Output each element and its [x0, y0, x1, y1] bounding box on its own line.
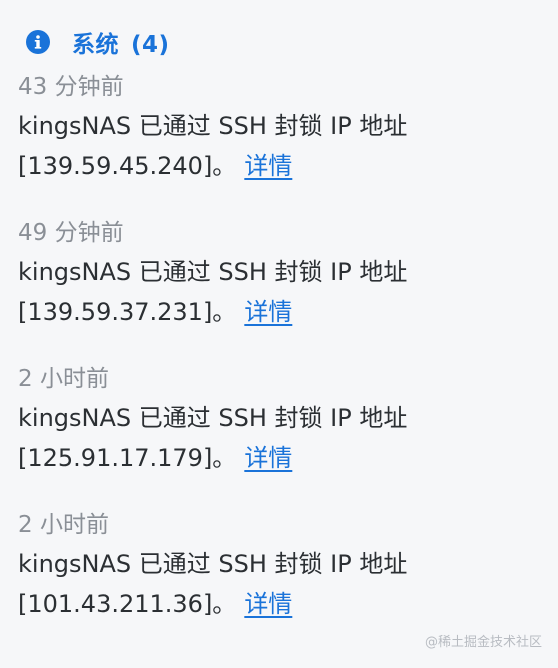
- notification-message-line1: kingsNAS 已通过 SSH 封锁 IP 地址: [18, 404, 408, 432]
- info-icon: [26, 30, 50, 54]
- blocked-ip: [125.91.17.179]。: [18, 444, 237, 472]
- blocked-ip: [101.43.211.36]。: [18, 590, 237, 618]
- notification-message-line1: kingsNAS 已通过 SSH 封锁 IP 地址: [18, 258, 408, 286]
- notification-item: 2 小时前 kingsNAS 已通过 SSH 封锁 IP 地址 [101.43.…: [18, 506, 558, 624]
- notification-message-line2: [139.59.45.240]。 详情: [18, 146, 558, 186]
- details-link[interactable]: 详情: [244, 590, 292, 618]
- section-header: 系统 (4): [26, 24, 558, 60]
- notification-time: 49 分钟前: [18, 220, 124, 246]
- watermark: @稀土掘金技术社区: [424, 635, 542, 650]
- notification-item: 49 分钟前 kingsNAS 已通过 SSH 封锁 IP 地址 [139.59…: [18, 214, 558, 332]
- notification-message-line2: [139.59.37.231]。 详情: [18, 292, 558, 332]
- notification-panel: 系统 (4) 43 分钟前 kingsNAS 已通过 SSH 封锁 IP 地址 […: [0, 0, 558, 668]
- notification-list: 43 分钟前 kingsNAS 已通过 SSH 封锁 IP 地址 [139.59…: [18, 68, 558, 624]
- section-title: 系统 (4): [72, 25, 170, 59]
- blocked-ip: [139.59.45.240]。: [18, 152, 237, 180]
- details-link[interactable]: 详情: [244, 152, 292, 180]
- notification-message-line2: [125.91.17.179]。 详情: [18, 438, 558, 478]
- notification-message-line1: kingsNAS 已通过 SSH 封锁 IP 地址: [18, 112, 408, 140]
- details-link[interactable]: 详情: [244, 444, 292, 472]
- notification-item: 43 分钟前 kingsNAS 已通过 SSH 封锁 IP 地址 [139.59…: [18, 68, 558, 186]
- notification-item: 2 小时前 kingsNAS 已通过 SSH 封锁 IP 地址 [125.91.…: [18, 360, 558, 478]
- notification-time: 2 小时前: [18, 512, 109, 538]
- notification-message-line2: [101.43.211.36]。 详情: [18, 584, 558, 624]
- section-title-label: 系统: [72, 32, 119, 58]
- notification-message-line1: kingsNAS 已通过 SSH 封锁 IP 地址: [18, 550, 408, 578]
- blocked-ip: [139.59.37.231]。: [18, 298, 237, 326]
- details-link[interactable]: 详情: [244, 298, 292, 326]
- notification-time: 43 分钟前: [18, 74, 124, 100]
- notification-time: 2 小时前: [18, 366, 109, 392]
- section-count: (4): [131, 32, 170, 58]
